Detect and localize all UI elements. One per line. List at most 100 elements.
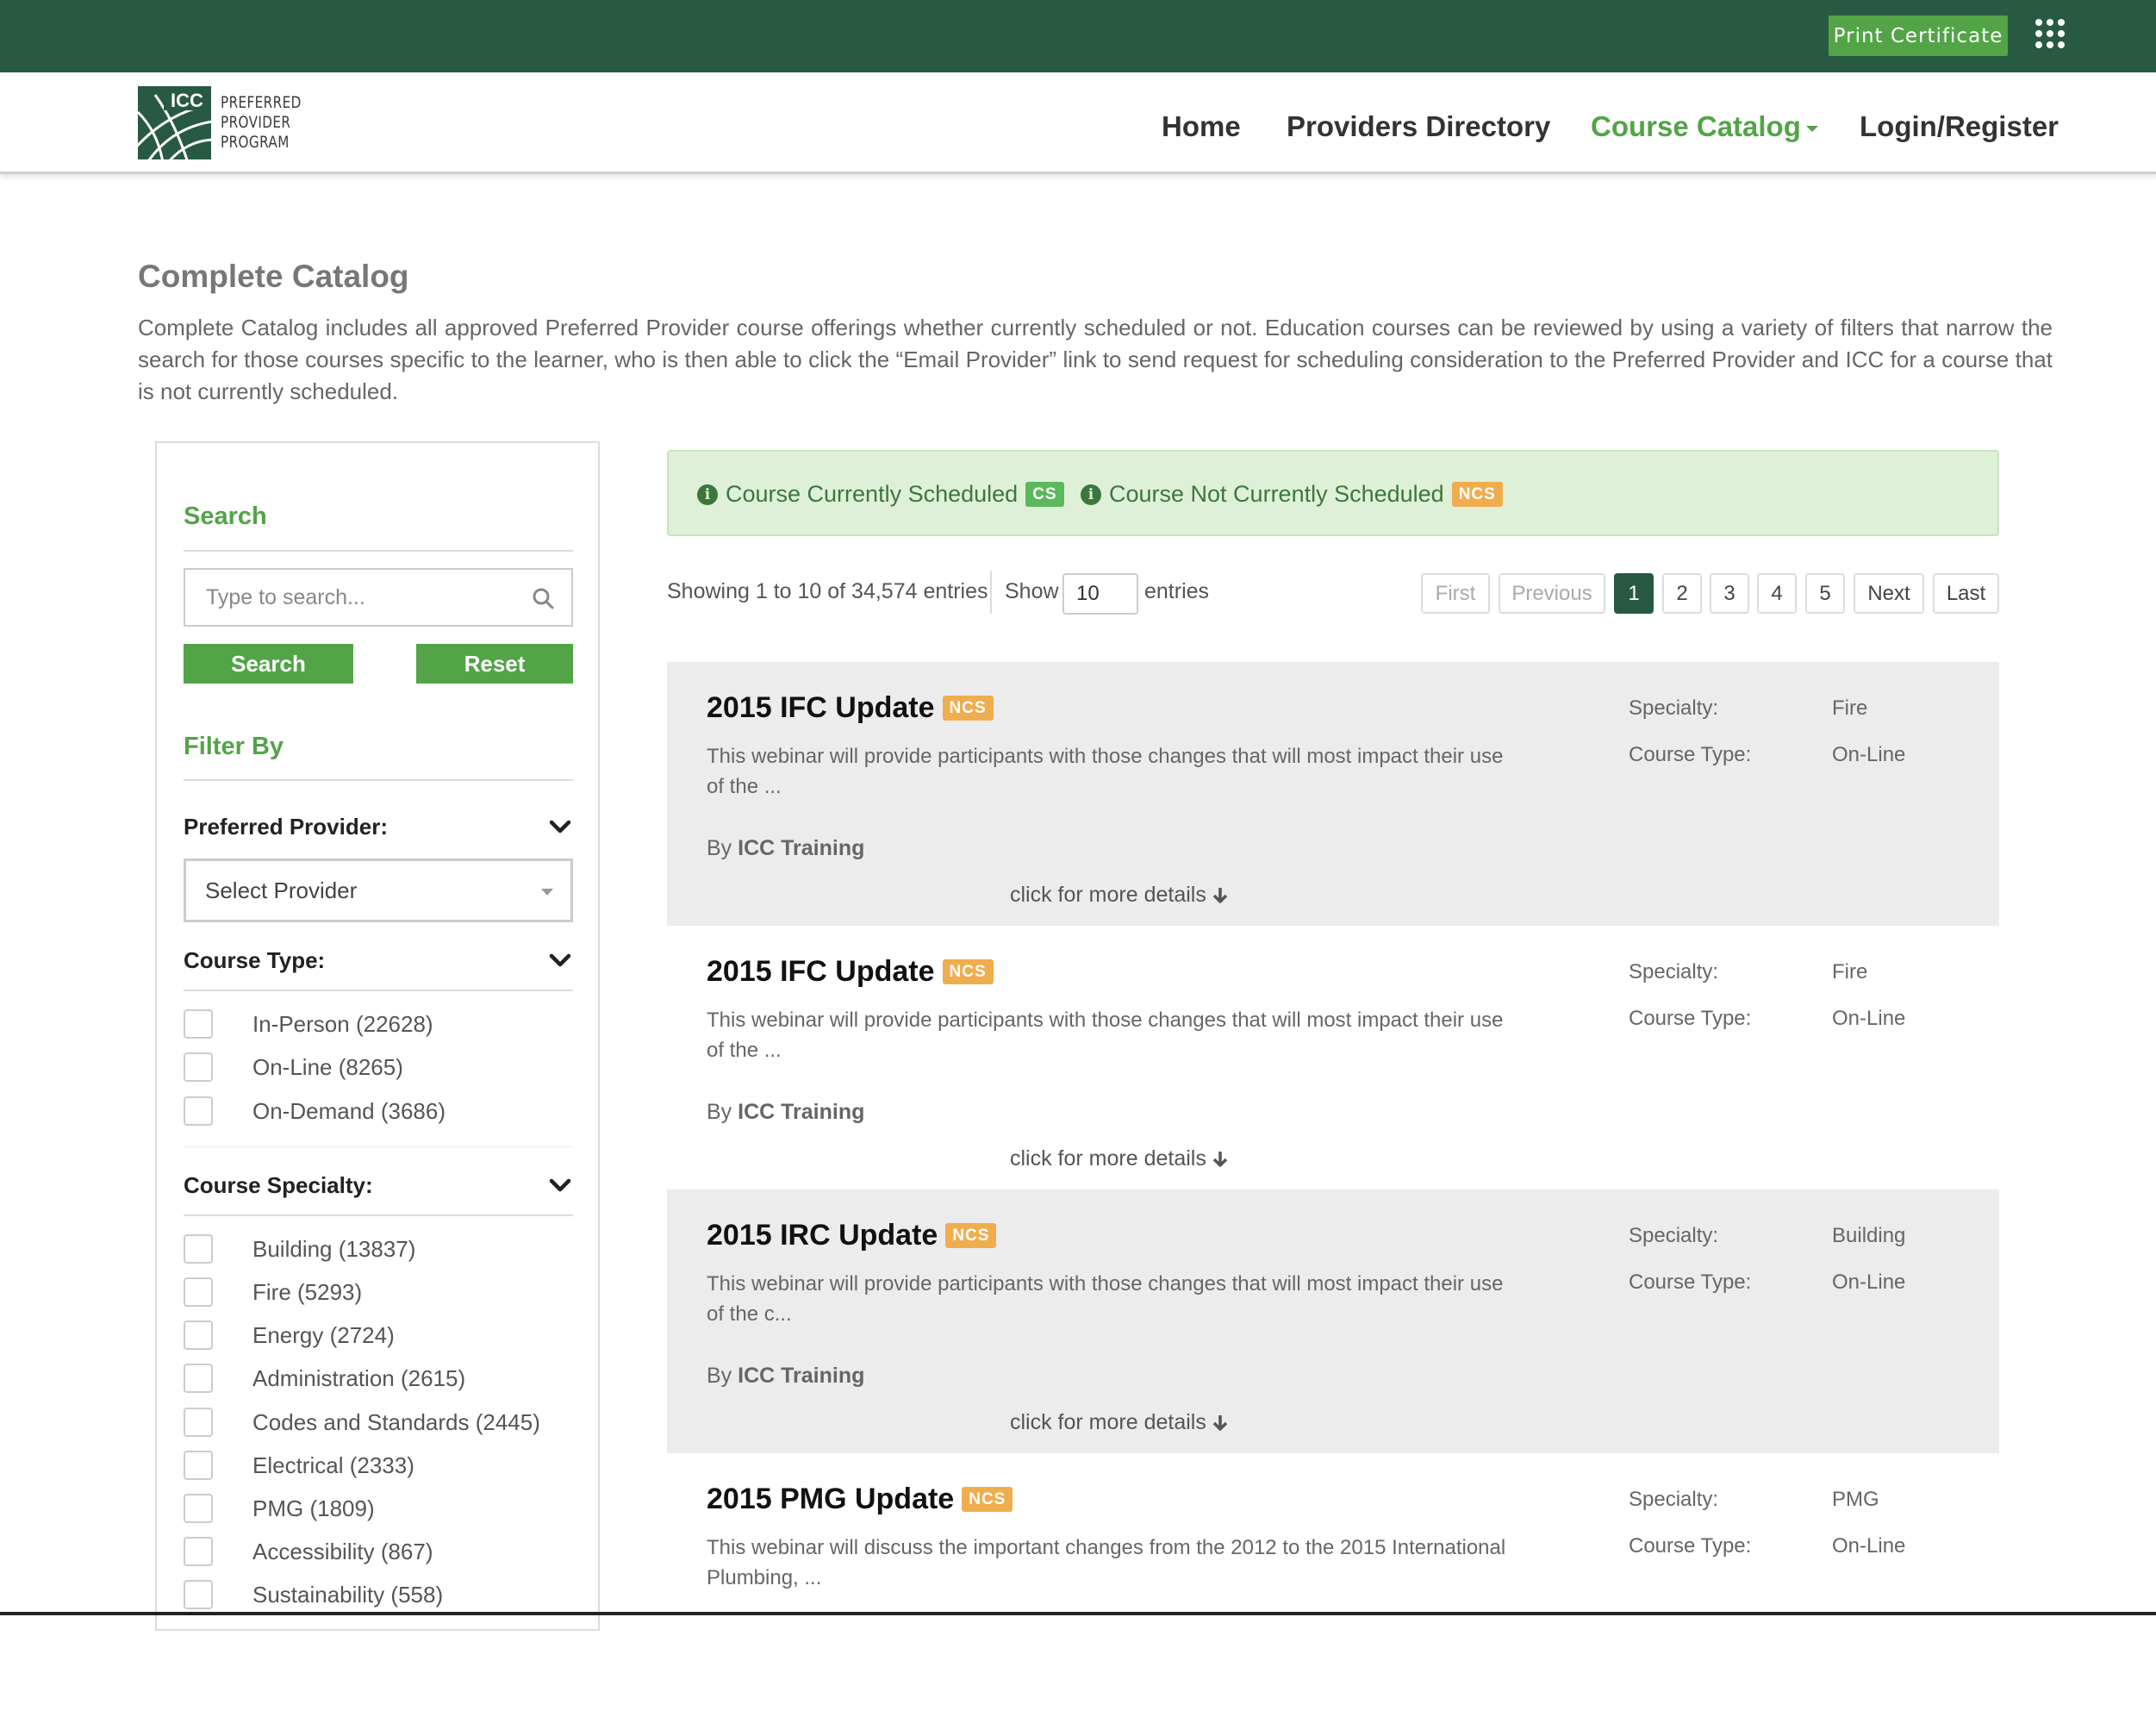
grid-menu-icon[interactable] xyxy=(2035,19,2065,48)
provider-select-value: Select Provider xyxy=(205,877,358,903)
option-label: Sustainability (558) xyxy=(252,1582,444,1608)
pagination-next[interactable]: Next xyxy=(1854,573,1924,614)
specialty-value: PMG xyxy=(1832,1488,1879,1511)
course-type-label: Course Type: xyxy=(1629,743,1752,766)
course-type-value: On-Line xyxy=(1832,1007,1906,1030)
specialty-option[interactable]: Sustainability (558) xyxy=(184,1580,573,1609)
ncs-badge: NCS xyxy=(942,696,994,721)
checkbox[interactable] xyxy=(184,1408,213,1437)
legend-not-scheduled: i Course Not Currently Scheduled NCS xyxy=(1081,481,1503,508)
course-title[interactable]: 2015 PMG Update NCS xyxy=(707,1483,1013,1516)
specialty-option[interactable]: Accessibility (867) xyxy=(184,1537,573,1566)
checkbox[interactable] xyxy=(184,1451,213,1480)
site-logo[interactable]: ICC PREFERRED PROVIDER PROGRAM xyxy=(138,86,310,164)
entries-label: entries xyxy=(1144,579,1210,603)
search-heading: Search xyxy=(184,503,267,530)
pagination-last[interactable]: Last xyxy=(1933,573,1999,614)
nav-login-register[interactable]: Login/Register xyxy=(1860,110,2059,143)
provider-name[interactable]: ICC Training xyxy=(738,1364,864,1388)
course-description: This webinar will provide participants w… xyxy=(707,745,1504,798)
catalog-description: Complete Catalog includes all approved P… xyxy=(138,315,2053,404)
specialty-label: Specialty: xyxy=(1629,960,1719,983)
checkbox[interactable] xyxy=(184,1537,213,1566)
nav-providers-directory[interactable]: Providers Directory xyxy=(1287,110,1550,143)
course-provider: By ICC Training xyxy=(707,836,865,860)
checkbox[interactable] xyxy=(184,1096,213,1126)
course-type-value: On-Line xyxy=(1832,1271,1906,1294)
specialty-label: Specialty: xyxy=(1629,696,1719,720)
checkbox[interactable] xyxy=(184,1321,213,1350)
search-placeholder: Type to search... xyxy=(206,584,365,609)
course-row[interactable]: 2015 IFC Update NCS This webinar will pr… xyxy=(667,926,1999,1189)
arrow-down-icon xyxy=(1212,887,1228,903)
checkbox[interactable] xyxy=(184,1009,213,1039)
legend-scheduled-label: Course Currently Scheduled xyxy=(726,481,1019,507)
more-details-link[interactable]: click for more details xyxy=(1010,1410,1229,1435)
print-certificate-button[interactable]: Print Certificate xyxy=(1829,16,2008,56)
pagination-page[interactable]: 5 xyxy=(1805,573,1845,614)
checkbox[interactable] xyxy=(184,1580,213,1609)
specialty-option[interactable]: Fire (5293) xyxy=(184,1277,573,1307)
course-title-text: 2015 PMG Update xyxy=(707,1483,955,1515)
option-label: Fire (5293) xyxy=(252,1279,363,1305)
course-type-toggle[interactable]: Course Type: xyxy=(184,947,573,982)
course-type-option[interactable]: In-Person (22628) xyxy=(184,1009,573,1039)
checkbox[interactable] xyxy=(184,1364,213,1393)
entries-info: Showing 1 to 10 of 34,574 entries xyxy=(667,579,988,603)
preferred-provider-toggle[interactable]: Preferred Provider: xyxy=(184,814,573,848)
course-title[interactable]: 2015 IRC Update NCS xyxy=(707,1219,997,1252)
pagination-first[interactable]: First xyxy=(1421,573,1490,614)
ncs-badge: NCS xyxy=(945,1223,997,1248)
divider xyxy=(184,779,573,781)
course-type-label: Course Type: xyxy=(184,947,326,973)
pagination-previous[interactable]: Previous xyxy=(1499,573,1605,614)
more-details-label: click for more details xyxy=(1010,1146,1206,1171)
specialty-option[interactable]: Building (13837) xyxy=(184,1234,573,1264)
nav-course-catalog-label: Course Catalog xyxy=(1591,110,1801,142)
checkbox[interactable] xyxy=(184,1234,213,1264)
nav-home[interactable]: Home xyxy=(1162,110,1241,143)
provider-name[interactable]: ICC Training xyxy=(738,1100,864,1124)
course-title[interactable]: 2015 IFC Update NCS xyxy=(707,955,994,989)
course-specialty-toggle[interactable]: Course Specialty: xyxy=(184,1172,573,1207)
pagination-page[interactable]: 3 xyxy=(1710,573,1749,614)
pagination-page[interactable]: 2 xyxy=(1662,573,1702,614)
divider xyxy=(184,990,573,991)
specialty-option[interactable]: Energy (2724) xyxy=(184,1321,573,1350)
option-label: Energy (2724) xyxy=(252,1322,395,1348)
pagination-page[interactable]: 4 xyxy=(1757,573,1797,614)
provider-select[interactable]: Select Provider xyxy=(184,858,573,922)
pagination-page[interactable]: 1 xyxy=(1614,573,1654,614)
course-row[interactable]: 2015 PMG Update NCS This webinar will di… xyxy=(667,1453,1999,1717)
course-provider: By ICC Training xyxy=(707,1364,865,1388)
legend-scheduled: i Course Currently Scheduled CS xyxy=(697,481,1064,508)
specialty-option[interactable]: Codes and Standards (2445) xyxy=(184,1408,573,1437)
specialty-option[interactable]: PMG (1809) xyxy=(184,1494,573,1523)
checkbox[interactable] xyxy=(184,1494,213,1523)
course-description: This webinar will provide participants w… xyxy=(707,1008,1504,1062)
reset-button[interactable]: Reset xyxy=(416,644,573,684)
checkbox[interactable] xyxy=(184,1052,213,1082)
specialty-label: Specialty: xyxy=(1629,1488,1719,1511)
main-navbar: ICC PREFERRED PROVIDER PROGRAM Home Prov… xyxy=(0,72,2156,174)
checkbox[interactable] xyxy=(184,1277,213,1307)
specialty-option[interactable]: Electrical (2333) xyxy=(184,1451,573,1480)
option-label: Codes and Standards (2445) xyxy=(252,1409,540,1435)
search-input[interactable]: Type to search... xyxy=(184,568,573,627)
specialty-option[interactable]: Administration (2615) xyxy=(184,1364,573,1393)
more-details-link[interactable]: click for more details xyxy=(1010,883,1229,908)
window-bottom-edge xyxy=(0,1612,2156,1615)
course-row[interactable]: 2015 IFC Update NCS This webinar will pr… xyxy=(667,662,1999,926)
search-button[interactable]: Search xyxy=(184,644,353,684)
entries-per-page-input[interactable]: 10 xyxy=(1062,573,1138,615)
course-title[interactable]: 2015 IFC Update NCS xyxy=(707,691,994,725)
more-details-link[interactable]: click for more details xyxy=(1010,1146,1229,1171)
provider-name[interactable]: ICC Training xyxy=(738,836,864,860)
specialty-value: Fire xyxy=(1832,696,1868,720)
top-bar: Print Certificate xyxy=(0,0,2156,72)
course-row[interactable]: 2015 IRC Update NCS This webinar will pr… xyxy=(667,1189,1999,1453)
nav-course-catalog[interactable]: Course Catalog xyxy=(1591,110,1818,143)
course-type-option[interactable]: On-Demand (3686) xyxy=(184,1096,573,1126)
course-type-option[interactable]: On-Line (8265) xyxy=(184,1052,573,1082)
ncs-badge: NCS xyxy=(962,1487,1013,1512)
